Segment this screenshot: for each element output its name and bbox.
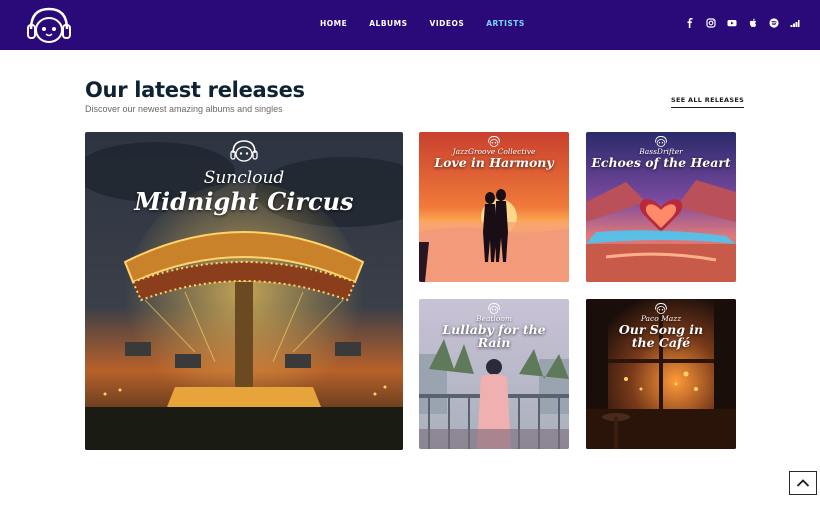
section-subtitle: Discover our newest amazing albums and s… [85, 104, 283, 114]
spotify-icon[interactable] [769, 18, 779, 28]
site-header: HOME ALBUMS VIDEOS ARTISTS [0, 0, 820, 50]
back-to-top-button[interactable] [789, 471, 817, 495]
release-title: Echoes of the Heart [591, 155, 731, 170]
headphones-logo-icon [230, 140, 258, 162]
facebook-icon[interactable] [685, 18, 695, 28]
nav-albums[interactable]: ALBUMS [369, 19, 407, 28]
deezer-icon[interactable] [790, 18, 800, 28]
chevron-up-icon [796, 479, 810, 487]
headphones-logo-icon[interactable] [24, 3, 74, 47]
release-card-echoes-of-the-heart[interactable]: BassDrifter Echoes of the Heart [586, 132, 736, 282]
social-links [685, 18, 800, 28]
section-title: Our latest releases [85, 78, 305, 102]
nav-home[interactable]: HOME [320, 19, 347, 28]
release-title: Our Song in the Café [618, 322, 704, 350]
nav-videos[interactable]: VIDEOS [430, 19, 465, 28]
release-card-midnight-circus[interactable]: Suncloud Midnight Circus [85, 132, 403, 450]
main-nav: HOME ALBUMS VIDEOS ARTISTS [320, 19, 547, 28]
release-title: Midnight Circus [134, 187, 354, 216]
release-artist: Suncloud [203, 168, 285, 188]
release-card-our-song-in-the-cafe[interactable]: Paco Mazz Our Song in the Café [586, 299, 736, 449]
release-card-lullaby-for-the-rain[interactable]: Beatloom Lullaby for the Rain [419, 299, 569, 449]
release-title: Love in Harmony [434, 155, 554, 170]
apple-icon[interactable] [748, 18, 758, 28]
release-card-love-in-harmony[interactable]: JazzGroove Collective Love in Harmony [419, 132, 569, 282]
see-all-releases-link[interactable]: SEE ALL RELEASES [671, 96, 745, 108]
instagram-icon[interactable] [706, 18, 716, 28]
youtube-icon[interactable] [727, 18, 737, 28]
nav-artists[interactable]: ARTISTS [486, 19, 525, 28]
release-title: Lullaby for the Rain [442, 322, 546, 350]
